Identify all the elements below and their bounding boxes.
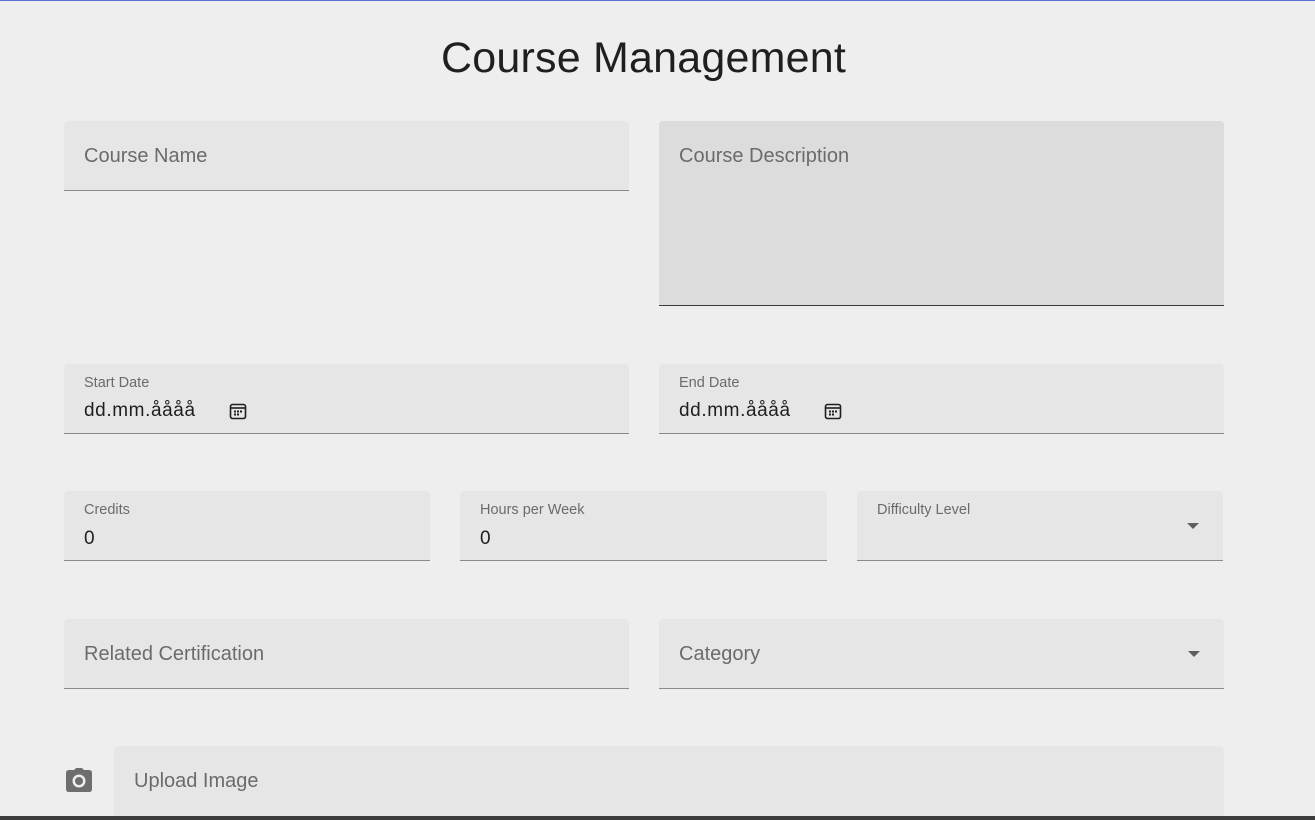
bottom-bar — [0, 816, 1315, 820]
category-placeholder: Category — [679, 643, 761, 665]
related-certification-field[interactable]: Related Certification — [64, 619, 629, 689]
difficulty-level-label: Difficulty Level — [877, 502, 971, 518]
hours-per-week-value: 0 — [480, 528, 491, 549]
credits-label: Credits — [84, 502, 130, 518]
credits-value: 0 — [84, 528, 95, 549]
hours-per-week-label: Hours per Week — [480, 502, 585, 518]
credits-field[interactable]: Credits 0 — [64, 491, 430, 561]
upload-image-placeholder: Upload Image — [134, 770, 259, 792]
dropdown-arrow-icon[interactable] — [1188, 651, 1200, 657]
dropdown-arrow-icon[interactable] — [1187, 523, 1199, 529]
end-date-label: End Date — [679, 375, 740, 391]
hours-per-week-field[interactable]: Hours per Week 0 — [460, 491, 827, 561]
calendar-icon[interactable] — [229, 402, 247, 420]
calendar-icon[interactable] — [824, 402, 842, 420]
course-name-field[interactable]: Course Name — [64, 121, 629, 191]
category-select[interactable]: Category — [659, 619, 1224, 689]
start-date-value: dd.mm.åååå — [84, 400, 196, 421]
page-title: Course Management — [441, 34, 846, 82]
course-name-placeholder: Course Name — [84, 145, 208, 167]
upload-image-field[interactable]: Upload Image — [114, 746, 1224, 816]
related-certification-placeholder: Related Certification — [84, 643, 265, 665]
start-date-field[interactable]: Start Date dd.mm.åååå — [64, 364, 629, 434]
top-accent-line — [0, 0, 1315, 1]
course-description-field[interactable]: Course Description — [659, 121, 1224, 306]
course-description-placeholder: Course Description — [679, 145, 850, 167]
difficulty-level-select[interactable]: Difficulty Level — [857, 491, 1223, 561]
camera-icon[interactable] — [65, 767, 93, 793]
end-date-field[interactable]: End Date dd.mm.åååå — [659, 364, 1224, 434]
end-date-value: dd.mm.åååå — [679, 400, 791, 421]
start-date-label: Start Date — [84, 375, 150, 391]
course-management-page: Course Management Course Name Course Des… — [0, 0, 1315, 820]
